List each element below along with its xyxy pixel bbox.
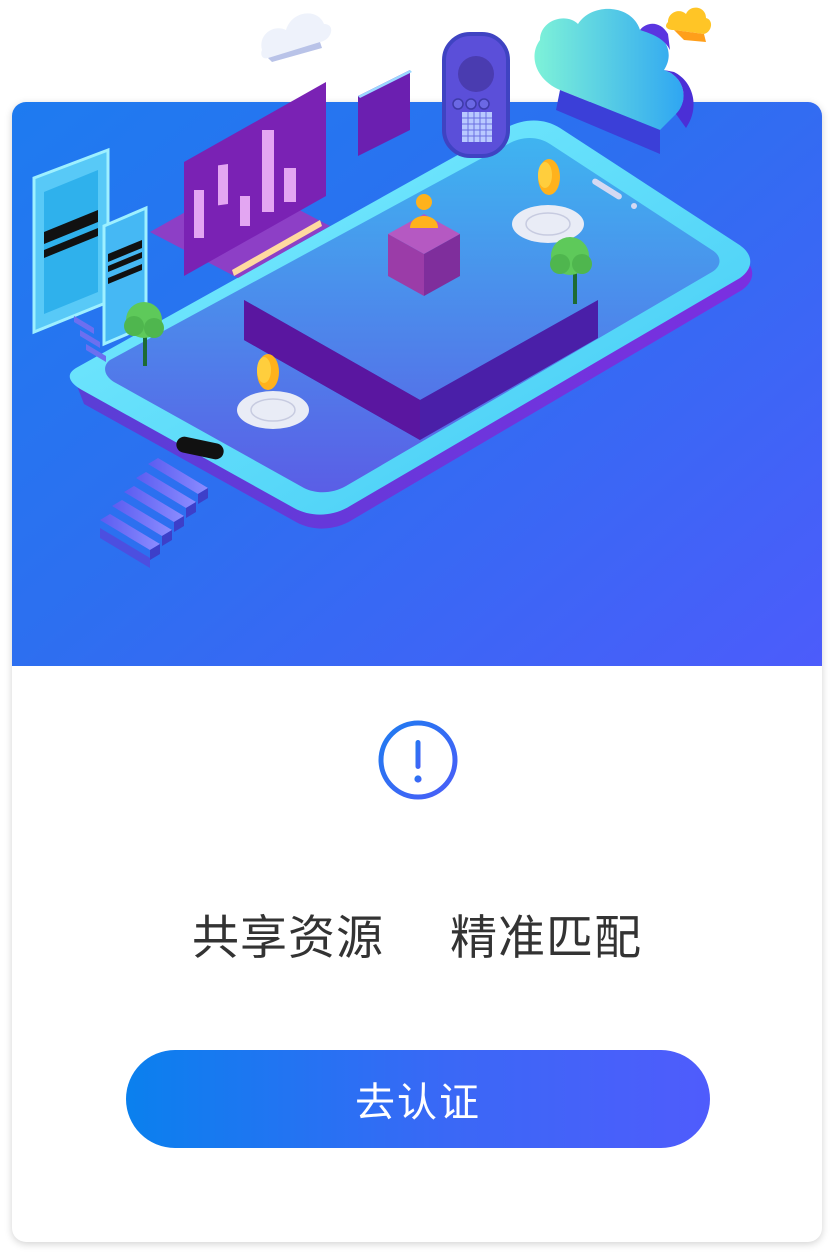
hero-banner — [12, 102, 822, 666]
tagline: 共享资源 精准匹配 — [0, 898, 834, 968]
go-certify-button[interactable]: 去认证 — [126, 1050, 710, 1148]
tagline-shared-resources: 共享资源 — [192, 910, 384, 966]
yellow-cloud-icon — [666, 7, 712, 42]
exclamation-circle-icon — [378, 720, 458, 800]
tagline-precise-matching: 精准匹配 — [450, 910, 642, 966]
small-cloud-icon — [261, 13, 332, 62]
page: 共享资源 精准匹配 去认证 — [0, 0, 834, 1260]
